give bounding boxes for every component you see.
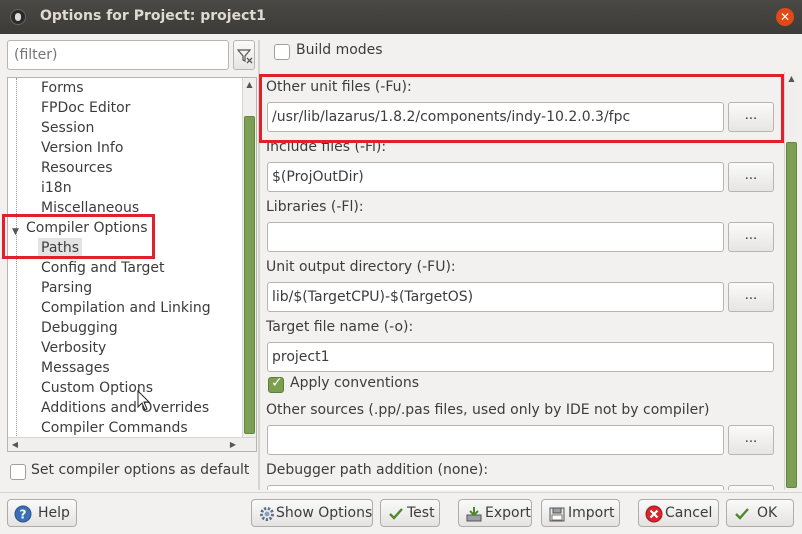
tree-horizontal-scrollbar[interactable]: ◀ ▶ [8,437,256,451]
options-scroll-up-arrow-icon[interactable]: ▲ [785,72,798,86]
tree-item-resources[interactable]: Resources [41,158,113,178]
close-button[interactable]: ✕ [776,8,794,26]
mouse-cursor-icon [137,390,151,411]
debugger-path-browse-button[interactable]: ... [728,485,774,490]
tree-item-compiler-commands[interactable]: Compiler Commands [41,418,188,438]
test-button[interactable]: Test [380,499,440,527]
filter-clear-icon [237,49,253,64]
cancel-button[interactable]: Cancel [638,499,719,527]
scroll-right-arrow-icon[interactable]: ▶ [226,438,240,451]
export-button[interactable]: Export [458,499,532,527]
libraries-label: Libraries (-Fl): [266,199,364,215]
options-tree[interactable]: ▼ Forms FPDoc Editor Session Version Inf… [7,77,257,452]
apply-conventions-checkbox[interactable] [268,375,284,393]
debugger-path-input[interactable] [267,485,724,490]
gear-icon [260,507,274,521]
help-button[interactable]: ? Help [7,499,77,527]
other-sources-browse-button[interactable]: ... [728,425,774,455]
other-sources-input[interactable] [267,425,724,455]
cancel-button-label: Cancel [665,505,713,521]
filter-input[interactable] [7,40,229,70]
tree-item-config-and-target[interactable]: Config and Target [41,258,164,278]
clear-filter-button[interactable] [233,40,255,70]
other-sources-label: Other sources (.pp/.pas files, used only… [266,402,710,418]
unit-output-directory-input[interactable]: lib/$(TargetCPU)-$(TargetOS) [267,282,724,312]
ok-button[interactable]: OK [726,499,794,527]
apply-conventions-label: Apply conventions [290,375,419,391]
set-default-checkbox[interactable] [10,464,26,480]
build-modes-checkbox[interactable] [274,44,290,60]
target-file-name-label: Target file name (-o): [266,319,414,335]
checkmark-icon [389,508,403,520]
include-files-browse-button[interactable]: ... [728,162,774,192]
highlight-box-other-unit-files [259,74,784,143]
tree-item-compilation-and-linking[interactable]: Compilation and Linking [41,298,211,318]
tree-item-fpdoc-editor[interactable]: FPDoc Editor [41,98,130,118]
tree-item-session[interactable]: Session [41,118,94,138]
help-icon: ? [14,505,32,523]
tree-scroll-thumb[interactable] [244,116,255,434]
import-icon [549,507,565,522]
show-options-button-label: Show Options [276,505,373,521]
scroll-up-arrow-icon[interactable]: ▲ [243,78,256,92]
test-button-label: Test [407,505,435,521]
show-options-button[interactable]: Show Options [251,499,373,527]
ok-button-label: OK [757,505,778,521]
tree-item-messages[interactable]: Messages [41,358,110,378]
app-icon [10,9,26,25]
build-modes-label: Build modes [296,42,383,58]
set-default-label: Set compiler options as default [31,462,250,478]
export-button-label: Export [485,505,531,521]
tree-item-debugging[interactable]: Debugging [41,318,118,338]
scroll-left-arrow-icon[interactable]: ◀ [8,438,22,451]
tree-item-parsing[interactable]: Parsing [41,278,92,298]
tree-item-version-info[interactable]: Version Info [41,138,123,158]
tree-item-i18n[interactable]: i18n [41,178,72,198]
debugger-path-label: Debugger path addition (none): [266,462,489,478]
highlight-box-compiler-options [2,214,155,259]
include-files-input[interactable]: $(ProjOutDir) [267,162,724,192]
help-button-label: Help [38,505,70,521]
export-icon [466,507,482,522]
tree-item-forms[interactable]: Forms [41,78,84,98]
title-bar: Options for Project: project1 ✕ [0,0,802,34]
unit-output-directory-label: Unit output directory (-FU): [266,259,456,275]
libraries-input[interactable] [267,222,724,252]
tree-vertical-scrollbar[interactable]: ▲ [242,78,256,437]
target-file-name-input[interactable]: project1 [267,342,774,372]
libraries-browse-button[interactable]: ... [728,222,774,252]
ok-checkmark-icon [735,508,749,520]
window-title: Options for Project: project1 [40,8,266,24]
unit-output-directory-browse-button[interactable]: ... [728,282,774,312]
tree-item-verbosity[interactable]: Verbosity [41,338,106,358]
bottom-separator [0,492,802,493]
import-button-label: Import [568,505,615,521]
svg-text:?: ? [20,508,27,522]
tree-item-additions-and-overrides[interactable]: Additions and Overrides [41,398,209,418]
cancel-icon [645,505,663,523]
import-button[interactable]: Import [541,499,620,527]
options-scroll-thumb[interactable] [786,142,797,488]
options-vertical-scrollbar[interactable]: ▲ [784,72,798,490]
